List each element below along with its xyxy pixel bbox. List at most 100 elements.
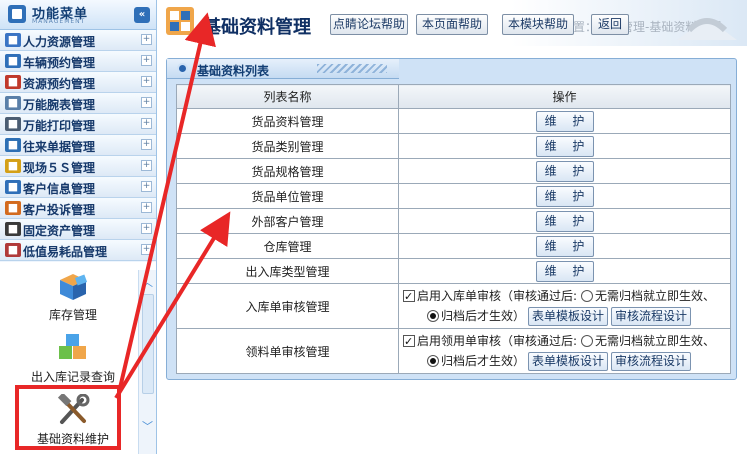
sidebar-item-label: 车辆预约管理 [23, 56, 96, 70]
page-help-button[interactable]: 本页面帮助 [416, 14, 488, 35]
maintain-button[interactable]: 维 护 [535, 135, 594, 157]
column-header-action: 操作 [398, 84, 731, 109]
scroll-up-icon[interactable]: ︿ [142, 274, 153, 290]
forum-help-button[interactable]: 点睛论坛帮助 [330, 14, 408, 35]
row-name: 入库单审核管理 [176, 283, 399, 329]
sidebar-item[interactable]: ■ 车辆预约管理 + [0, 51, 156, 72]
form-template-button[interactable]: 表单模板设计 [528, 307, 609, 326]
expand-icon[interactable]: + [141, 244, 152, 255]
panel-title: 基础资料列表 [197, 64, 270, 78]
module-label: 出入库记录查询 [30, 370, 115, 384]
maintain-button[interactable]: 维 护 [535, 160, 594, 182]
column-header-name: 列表名称 [176, 84, 399, 109]
archive-effect-label: 归档后才生效） [441, 309, 526, 323]
archive-effect-label: 归档后才生效） [441, 354, 526, 368]
row-action-cell: 维 护 [398, 133, 731, 159]
maintain-button[interactable]: 维 护 [535, 110, 594, 132]
table-row: 货品规格管理 维 护 [176, 158, 731, 184]
audit-config-cell: 启用入库单审核（审核通过后: 无需归档就立即生效、归档后才生效）表单模板设计审核流… [398, 283, 731, 329]
sidebar-item[interactable]: ■ 现场５Ｓ管理 + [0, 156, 156, 177]
table-row: 入库单审核管理 启用入库单审核（审核通过后: 无需归档就立即生效、归档后才生效）表单… [176, 283, 731, 329]
expand-icon[interactable]: + [141, 34, 152, 45]
sidebar-item-label: 万能腕表管理 [23, 98, 96, 112]
immediate-effect-radio[interactable] [581, 290, 594, 302]
people-icon: ■ [5, 33, 21, 47]
row-name: 出入库类型管理 [176, 258, 399, 284]
module-label: 库存管理 [48, 308, 97, 322]
row-name: 货品单位管理 [176, 183, 399, 209]
table-row: 货品类别管理 维 护 [176, 133, 731, 159]
row-name: 货品资料管理 [176, 108, 399, 134]
audit-flow-button[interactable]: 审核流程设计 [611, 352, 692, 371]
expand-icon[interactable]: + [141, 55, 152, 66]
audit-flow-button[interactable]: 审核流程设计 [611, 307, 692, 326]
stock-record-icon [56, 332, 90, 364]
table-row: 货品单位管理 维 护 [176, 183, 731, 209]
sidebar-item[interactable]: ■ 人力资源管理 + [0, 30, 156, 51]
table-row: 货品资料管理 维 护 [176, 108, 731, 134]
broom-icon: ■ [5, 159, 21, 173]
form-template-button[interactable]: 表单模板设计 [528, 352, 609, 371]
archive-effect-radio[interactable] [427, 355, 439, 367]
sidebar-item[interactable]: ■ 固定资产管理 + [0, 219, 156, 240]
enable-audit-checkbox[interactable] [403, 287, 415, 307]
maintain-button[interactable]: 维 护 [535, 260, 594, 282]
expand-icon[interactable]: + [141, 181, 152, 192]
sidebar-item[interactable]: ■ 低值易耗品管理 + [0, 240, 156, 261]
sidebar-item-label: 资源预约管理 [23, 77, 96, 91]
row-action-cell: 维 护 [398, 108, 731, 134]
sidebar-item[interactable]: ■ 客户信息管理 + [0, 177, 156, 198]
sidebar-item-label: 人力资源管理 [23, 35, 96, 49]
maintain-button[interactable]: 维 护 [535, 185, 594, 207]
archive-effect-radio[interactable] [427, 310, 439, 322]
sidebar-menu: ■ 人力资源管理 + ■ 车辆预约管理 + ■ 资源预约管理 + ■ 万能腕表管理 + ■ 万能打印管理 +… [0, 30, 156, 261]
table-row: 仓库管理 维 护 [176, 233, 731, 259]
row-name: 领料单审核管理 [176, 328, 399, 374]
row-name: 外部客户管理 [176, 208, 399, 234]
module-inventory[interactable]: 库存管理 [18, 270, 128, 323]
module-stock-record[interactable]: 出入库记录查询 [18, 332, 128, 385]
module-help-button[interactable]: 本模块帮助 [502, 14, 574, 35]
row-action-cell: 维 护 [398, 258, 731, 284]
expand-icon[interactable]: + [141, 97, 152, 108]
enable-audit-label: 启用领用单审核（审核通过后: [417, 334, 578, 348]
expand-icon[interactable]: + [141, 76, 152, 87]
back-button[interactable]: 返回 [591, 14, 629, 35]
immediate-effect-radio[interactable] [581, 335, 594, 347]
expand-icon[interactable]: + [141, 118, 152, 129]
calendar-icon: ■ [5, 75, 21, 89]
panel-tab: 基础资料列表 [167, 59, 399, 79]
audit-config-cell: 启用领用单审核（审核通过后: 无需归档就立即生效、归档后才生效）表单模板设计审核流… [398, 328, 731, 374]
table-header-row: 列表名称 操作 [176, 84, 731, 109]
enable-audit-checkbox[interactable] [403, 332, 415, 352]
car-icon: ■ [5, 54, 21, 68]
complaint-icon: ■ [5, 201, 21, 215]
app-logo-icon [165, 6, 195, 36]
bullet-icon [177, 63, 188, 74]
sidebar-item[interactable]: ■ 往来单据管理 + [0, 135, 156, 156]
sidebar-item[interactable]: ■ 资源预约管理 + [0, 72, 156, 93]
row-action-cell: 维 护 [398, 208, 731, 234]
sidebar-item[interactable]: ■ 万能腕表管理 + [0, 93, 156, 114]
expand-icon[interactable]: + [141, 139, 152, 150]
module-scrollbar[interactable]: ︿ ﹀ [138, 270, 156, 454]
row-name: 货品类别管理 [176, 133, 399, 159]
scroll-thumb[interactable] [142, 294, 154, 394]
table-row: 领料单审核管理 启用领用单审核（审核通过后: 无需归档就立即生效、归档后才生效）表单… [176, 328, 731, 374]
sidebar-item-label: 现场５Ｓ管理 [23, 161, 96, 175]
sidebar-item[interactable]: ■ 客户投诉管理 + [0, 198, 156, 219]
maintain-button[interactable]: 维 护 [535, 235, 594, 257]
row-name: 仓库管理 [176, 233, 399, 259]
panel-hatch-decoration [317, 64, 387, 73]
row-name: 货品规格管理 [176, 158, 399, 184]
expand-icon[interactable]: + [141, 202, 152, 213]
collapse-sidebar-icon[interactable]: « [134, 7, 150, 23]
menu-icon [8, 5, 26, 23]
sidebar-item[interactable]: ■ 万能打印管理 + [0, 114, 156, 135]
maintain-button[interactable]: 维 护 [535, 210, 594, 232]
expand-icon[interactable]: + [141, 223, 152, 234]
receipt-icon: ■ [5, 138, 21, 152]
scroll-down-icon[interactable]: ﹀ [142, 418, 153, 434]
expand-icon[interactable]: + [141, 160, 152, 171]
table-row: 出入库类型管理 维 护 [176, 258, 731, 284]
